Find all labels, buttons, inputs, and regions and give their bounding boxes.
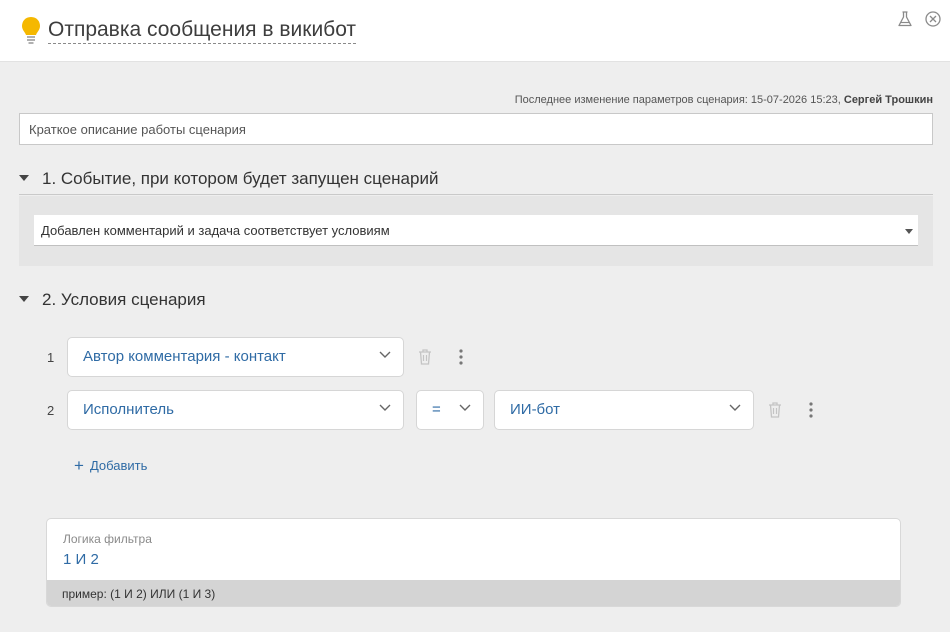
- add-condition-label: Добавить: [89, 458, 148, 473]
- condition-operator-value: =: [432, 401, 441, 418]
- event-select-value: Добавлен комментарий и задача соответств…: [41, 223, 390, 238]
- chevron-down-icon: [379, 404, 391, 411]
- condition-operator-select[interactable]: =: [416, 390, 484, 430]
- section-event-title: 1. Событие, при котором будет запущен сц…: [42, 169, 439, 188]
- filter-logic-panel: Логика фильтра 1 И 2 пример: (1 И 2) ИЛИ…: [46, 518, 901, 607]
- lightbulb-icon: [22, 17, 40, 44]
- caret-down-icon[interactable]: [905, 229, 913, 234]
- plus-icon: +: [74, 456, 84, 475]
- trash-icon[interactable]: [417, 348, 433, 366]
- filter-logic-input[interactable]: 1 И 2: [63, 551, 99, 568]
- more-options-icon[interactable]: [459, 348, 463, 366]
- chevron-down-icon: [379, 351, 391, 358]
- section-event-header[interactable]: 1. Событие, при котором будет запущен сц…: [19, 168, 933, 195]
- condition-value-text: ИИ-бот: [510, 401, 561, 418]
- last-modified-info: Последнее изменение параметров сценария:…: [515, 94, 933, 106]
- condition-number: 1: [47, 350, 55, 365]
- condition-field-value: Исполнитель: [83, 401, 174, 418]
- filter-logic-label: Логика фильтра: [63, 532, 152, 546]
- last-modified-author: Сергей Трошкин: [843, 94, 933, 106]
- collapse-triangle-icon[interactable]: [19, 175, 29, 181]
- more-options-icon[interactable]: [809, 401, 813, 419]
- scenario-title[interactable]: Отправка сообщения в викибот: [48, 17, 357, 44]
- trash-icon[interactable]: [767, 401, 783, 419]
- add-condition-button[interactable]: + Добавить: [74, 455, 147, 475]
- dialog-header: Отправка сообщения в викибот: [0, 0, 950, 62]
- event-panel: Добавлен комментарий и задача соответств…: [19, 196, 933, 266]
- section-conditions-title: 2. Условия сценария: [42, 290, 206, 309]
- condition-field-select[interactable]: Исполнитель: [67, 390, 404, 430]
- filter-logic-hint: пример: (1 И 2) ИЛИ (1 И 3): [47, 580, 900, 606]
- flask-icon[interactable]: [896, 10, 914, 28]
- condition-number: 2: [47, 403, 55, 418]
- condition-field-value: Автор комментария - контакт: [83, 348, 286, 365]
- collapse-triangle-icon[interactable]: [19, 296, 29, 302]
- last-modified-text: Последнее изменение параметров сценария:…: [514, 94, 841, 106]
- event-select[interactable]: Добавлен комментарий и задача соответств…: [34, 215, 918, 246]
- chevron-down-icon: [729, 404, 741, 411]
- chevron-down-icon: [459, 404, 471, 411]
- section-conditions-header[interactable]: 2. Условия сценария: [19, 289, 933, 313]
- close-icon[interactable]: [924, 10, 942, 28]
- condition-field-select[interactable]: Автор комментария - контакт: [67, 337, 404, 377]
- scenario-description-input[interactable]: Краткое описание работы сценария: [19, 113, 933, 145]
- condition-value-select[interactable]: ИИ-бот: [494, 390, 754, 430]
